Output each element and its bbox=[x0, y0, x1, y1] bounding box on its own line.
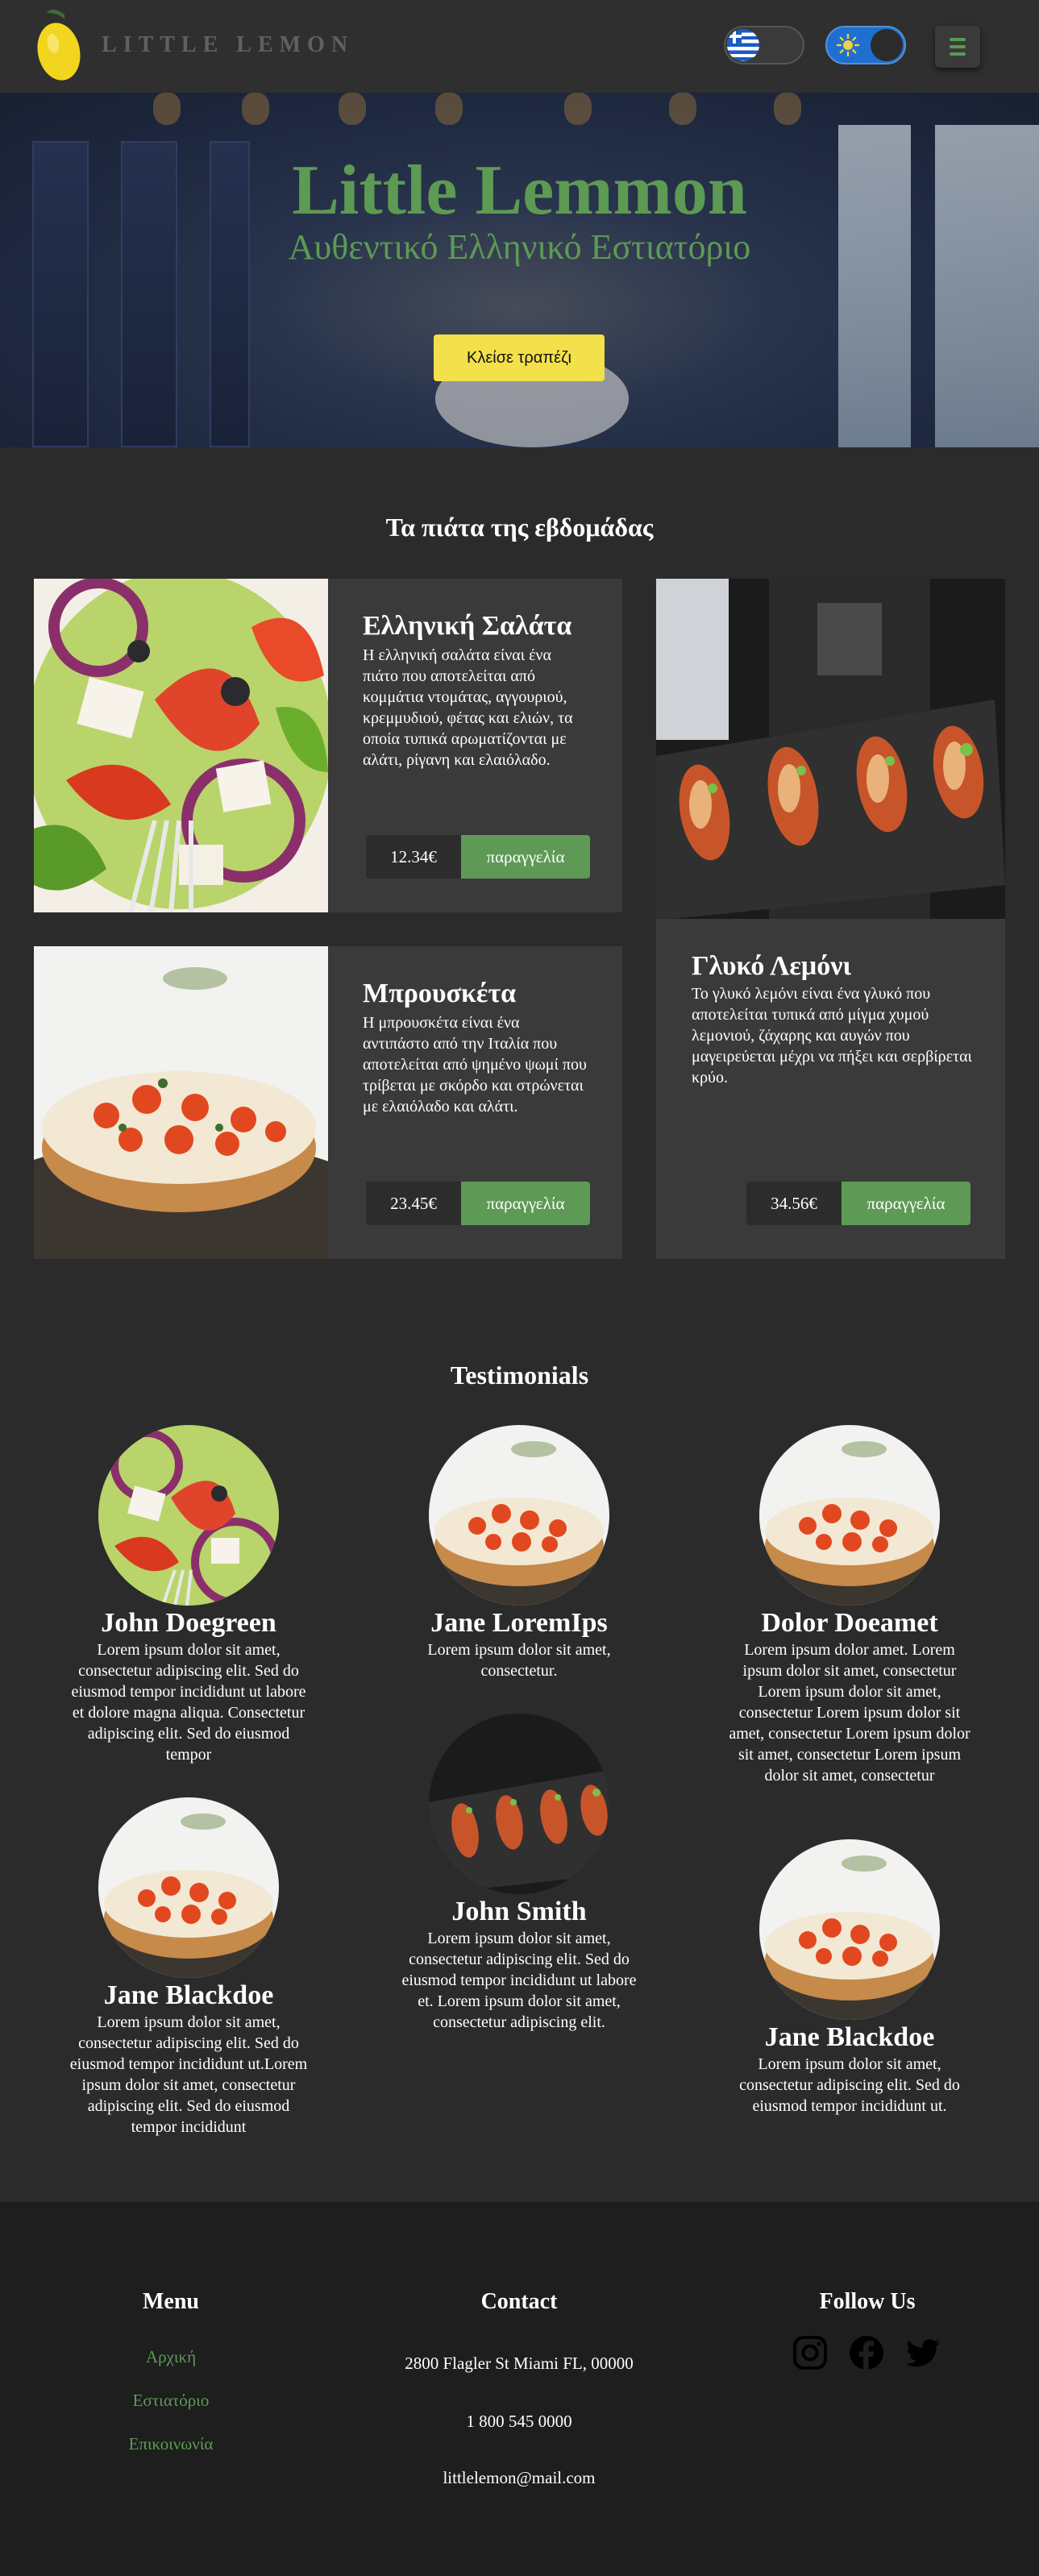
testimonial-card: John Doegreen Lorem ipsum dolor sit amet… bbox=[68, 1425, 310, 1765]
dish-card: Ελληνική Σαλάτα Η ελληνική σαλάτα είναι … bbox=[34, 579, 622, 912]
footer-follow-title: Follow Us bbox=[819, 2289, 916, 2314]
hero-lamp bbox=[153, 93, 181, 125]
testimonial-card: Jane LoremIps Lorem ipsum dolor sit amet… bbox=[398, 1425, 640, 1681]
footer-phone: 1 800 545 0000 bbox=[466, 2412, 572, 2431]
hero-lamp bbox=[435, 93, 463, 125]
footer-address: 2800 Flagler St Miami FL, 00000 bbox=[405, 2354, 634, 2373]
dish-name: Ελληνική Σαλάτα bbox=[363, 611, 572, 641]
dish-description: Το γλυκό λεμόνι είναι ένα γλυκό που αποτ… bbox=[692, 985, 972, 1086]
testimonial-text: Lorem ipsum dolor sit amet, consectetur … bbox=[401, 1930, 637, 2031]
site-footer bbox=[0, 2202, 1039, 2576]
testimonial-name: John Smith bbox=[451, 1897, 587, 1926]
hero-lamp bbox=[564, 93, 592, 125]
avatar bbox=[759, 1425, 940, 1606]
testimonial-name: John Doegreen bbox=[101, 1608, 276, 1638]
testimonial-card: Jane Blackdoe Lorem ipsum dolor sit amet… bbox=[729, 1839, 970, 2117]
greek-salad-image bbox=[34, 579, 328, 912]
dish-description: Η μπρουσκέτα είναι ένα αντιπάστο από την… bbox=[363, 1014, 587, 1116]
testimonials-title: Testimonials bbox=[450, 1361, 589, 1390]
hero-lamp bbox=[339, 93, 366, 125]
avatar bbox=[98, 1425, 279, 1606]
brand-name: LITTLE LEMON bbox=[102, 32, 355, 57]
lemon-dessert-image bbox=[656, 579, 1005, 919]
testimonial-text: Lorem ipsum dolor sit amet, consectetur … bbox=[69, 2013, 308, 2136]
theme-toggle-knob bbox=[871, 29, 903, 61]
hero-title: Little Lemmon bbox=[292, 152, 747, 230]
testimonial-card: John Smith Lorem ipsum dolor sit amet, c… bbox=[398, 1714, 640, 2033]
footer-link-contact[interactable]: Επικοινωνία bbox=[90, 2434, 251, 2454]
theme-toggle[interactable] bbox=[825, 26, 906, 64]
specials-title: Τα πιάτα της εβδομάδας bbox=[385, 513, 654, 542]
footer-email[interactable]: littlelemon@mail.com bbox=[358, 2468, 680, 2488]
dish-name: Μπρουσκέτα bbox=[363, 978, 517, 1008]
site-header: LITTLE LEMON bbox=[0, 0, 1039, 93]
dish-price: 23.45€ bbox=[366, 1182, 461, 1225]
avatar bbox=[429, 1714, 609, 1894]
footer-contact-title: Contact bbox=[480, 2289, 558, 2314]
sun-icon bbox=[837, 34, 859, 56]
testimonial-card: Dolor Doeamet Lorem ipsum dolor amet. Lo… bbox=[729, 1425, 970, 1786]
testimonial-name: Jane Blackdoe bbox=[103, 1980, 274, 2010]
dish-name: Γλυκό Λεμόνι bbox=[692, 951, 851, 981]
footer-menu-title: Menu bbox=[143, 2289, 199, 2314]
testimonial-text: Lorem ipsum dolor sit amet, consectetur. bbox=[427, 1641, 611, 1680]
order-button[interactable]: παραγγελία bbox=[461, 1182, 590, 1225]
testimonial-text: Lorem ipsum dolor sit amet, consectetur … bbox=[739, 2055, 960, 2115]
facebook-icon[interactable] bbox=[849, 2335, 884, 2370]
hero-lamp bbox=[242, 93, 269, 125]
dish-description: Η ελληνική σαλάτα είναι ένα πιάτο που απ… bbox=[363, 646, 573, 769]
order-button[interactable]: παραγγελία bbox=[842, 1182, 970, 1225]
testimonial-name: Dolor Doeamet bbox=[761, 1608, 938, 1638]
greek-flag-icon bbox=[727, 29, 759, 61]
hero-lamp bbox=[774, 93, 801, 125]
avatar bbox=[759, 1839, 940, 2020]
avatar bbox=[429, 1425, 609, 1606]
hero-banner: Little Lemmon Αυθεντικό Ελληνικό Εστιατό… bbox=[0, 93, 1039, 447]
bruschetta-image bbox=[34, 946, 328, 1259]
testimonial-text: Lorem ipsum dolor sit amet, consectetur … bbox=[71, 1641, 306, 1764]
language-toggle[interactable] bbox=[724, 26, 804, 64]
order-button[interactable]: παραγγελία bbox=[461, 835, 590, 879]
hero-subtitle: Αυθεντικό Ελληνικό Εστιατόριο bbox=[288, 227, 751, 267]
dish-card: Μπρουσκέτα Η μπρουσκέτα είναι ένα αντιπά… bbox=[34, 946, 622, 1259]
hamburger-menu-icon[interactable] bbox=[935, 26, 980, 68]
testimonial-name: Jane Blackdoe bbox=[764, 2022, 935, 2052]
twitter-icon[interactable] bbox=[905, 2335, 941, 2370]
lemon-logo-icon bbox=[37, 9, 81, 81]
instagram-icon[interactable] bbox=[792, 2335, 828, 2370]
dish-card: Γλυκό Λεμόνι Το γλυκό λεμόνι είναι ένα γ… bbox=[656, 579, 1005, 1259]
testimonial-card: Jane Blackdoe Lorem ipsum dolor sit amet… bbox=[68, 1797, 310, 2138]
logo[interactable]: LITTLE LEMON bbox=[32, 6, 354, 84]
avatar bbox=[98, 1797, 279, 1978]
testimonial-name: Jane LoremIps bbox=[430, 1608, 608, 1638]
dish-price: 12.34€ bbox=[366, 835, 461, 879]
dish-price: 34.56€ bbox=[746, 1182, 842, 1225]
reserve-table-button[interactable]: Κλείσε τραπέζι bbox=[434, 334, 605, 381]
testimonial-text: Lorem ipsum dolor amet. Lorem ipsum dolo… bbox=[729, 1641, 970, 1785]
footer-link-restaurant[interactable]: Εστιατόριο bbox=[90, 2391, 251, 2411]
hero-lamp bbox=[669, 93, 696, 125]
footer-link-home[interactable]: Αρχική bbox=[90, 2347, 251, 2367]
